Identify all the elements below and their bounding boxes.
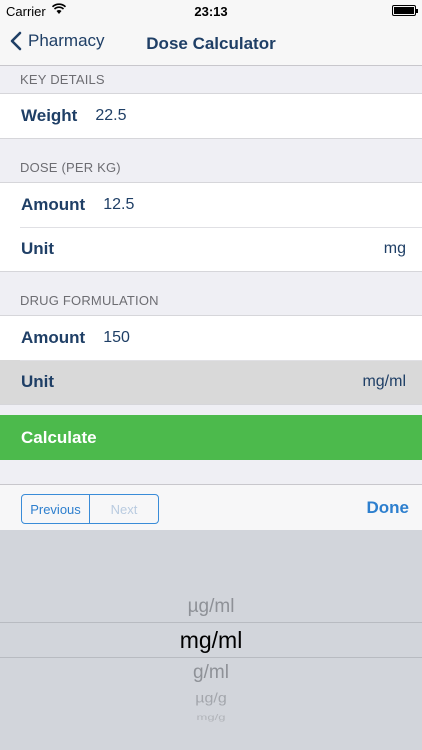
formulation-unit-row[interactable]: Unit mg/ml [0, 360, 422, 404]
section-header-formulation: DRUG FORMULATION [20, 293, 159, 308]
unit-picker[interactable]: µg/ml mg/ml g/ml µg/g mg/g [0, 530, 422, 750]
dose-group: Amount 12.5 Unit mg [0, 182, 422, 272]
picker-option[interactable]: mg/g [0, 713, 422, 722]
prev-next-control: Previous Next [21, 494, 159, 524]
picker-option-selected[interactable]: mg/ml [0, 627, 422, 654]
picker-option[interactable]: µg/ml [0, 596, 422, 618]
section-header-key-details: KEY DETAILS [20, 72, 105, 87]
picker-option[interactable]: g/ml [0, 662, 422, 684]
done-button[interactable]: Done [367, 498, 410, 518]
dose-unit-label: Unit [21, 239, 55, 258]
picker-selection-top-line [0, 622, 422, 623]
picker-selection-bottom-line [0, 657, 422, 658]
dose-amount-field[interactable]: 12.5 [103, 196, 134, 214]
dose-unit-value[interactable]: mg [384, 240, 406, 258]
weight-label: Weight [21, 106, 78, 125]
dose-amount-row[interactable]: Amount 12.5 [0, 183, 422, 227]
battery-fill [394, 7, 414, 14]
section-header-dose: DOSE (PER KG) [20, 160, 121, 175]
formulation-unit-label: Unit [21, 372, 55, 391]
formulation-amount-label: Amount [21, 328, 86, 347]
formulation-amount-field[interactable]: 150 [103, 329, 130, 347]
navigation-bar: Pharmacy Dose Calculator [0, 22, 422, 66]
clock: 23:13 [194, 4, 228, 19]
picker-option[interactable]: µg/g [0, 691, 422, 706]
dose-amount-label: Amount [21, 195, 86, 214]
weight-field[interactable]: 22.5 [95, 107, 126, 125]
keyboard-toolbar: Previous Next Done [0, 484, 422, 530]
calculate-button[interactable]: Calculate [0, 415, 422, 460]
battery-icon [392, 5, 418, 16]
previous-button[interactable]: Previous [22, 495, 90, 523]
page-title: Dose Calculator [146, 34, 276, 53]
next-button[interactable]: Next [90, 495, 158, 523]
key-details-group: Weight 22.5 [0, 93, 422, 139]
status-bar: Carrier 23:13 [0, 0, 422, 22]
formulation-amount-row[interactable]: Amount 150 [0, 316, 422, 360]
formulation-unit-value[interactable]: mg/ml [362, 373, 406, 391]
weight-row[interactable]: Weight 22.5 [0, 94, 422, 138]
dose-unit-row[interactable]: Unit mg [0, 227, 422, 271]
formulation-group: Amount 150 Unit mg/ml [0, 315, 422, 405]
